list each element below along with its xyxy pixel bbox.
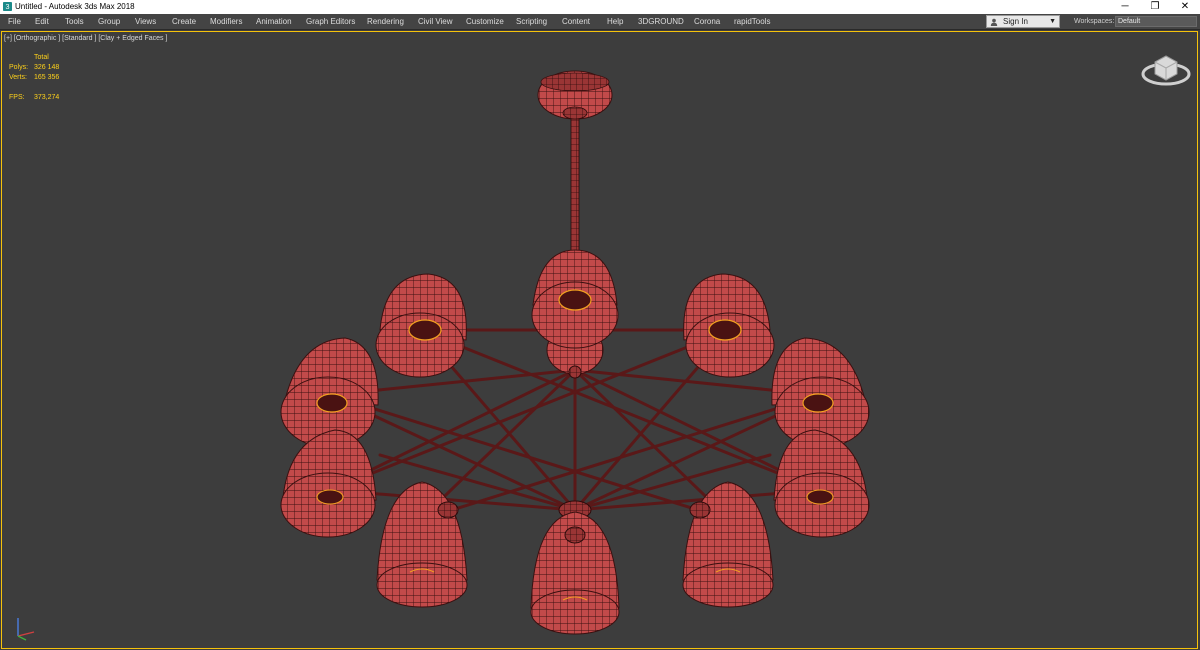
lamp-shade-left-upper[interactable] [280, 337, 379, 448]
chandelier-model[interactable] [0, 0, 1200, 650]
lamp-shade-back-center[interactable] [531, 249, 619, 349]
viewport-label[interactable]: [+] [Orthographic ] [Standard ] [Clay + … [4, 34, 167, 43]
viewcube-icon[interactable] [1140, 50, 1192, 90]
stats-total-label: Total [34, 54, 49, 61]
stats-fps-value: 373,274 [34, 94, 60, 101]
lamp-shade-right-upper[interactable] [771, 337, 870, 448]
lamp-shade-back-left[interactable] [375, 273, 467, 378]
stats-polys-value: 326 148 [34, 64, 60, 71]
lamp-shade-front-center[interactable] [530, 511, 620, 635]
stats-verts-value: 165 356 [34, 74, 60, 81]
axis-gizmo-icon [17, 618, 35, 641]
stats-verts-label: Verts: [9, 74, 27, 81]
lamp-shade-left-lower[interactable] [280, 429, 377, 538]
lamp-shade-right-lower[interactable] [773, 429, 870, 538]
stats-polys-label: Polys: [9, 64, 29, 71]
stats-fps-label: FPS: [9, 94, 25, 101]
ceiling-canopy[interactable] [537, 70, 613, 256]
lamp-shade-back-right[interactable] [683, 273, 775, 378]
